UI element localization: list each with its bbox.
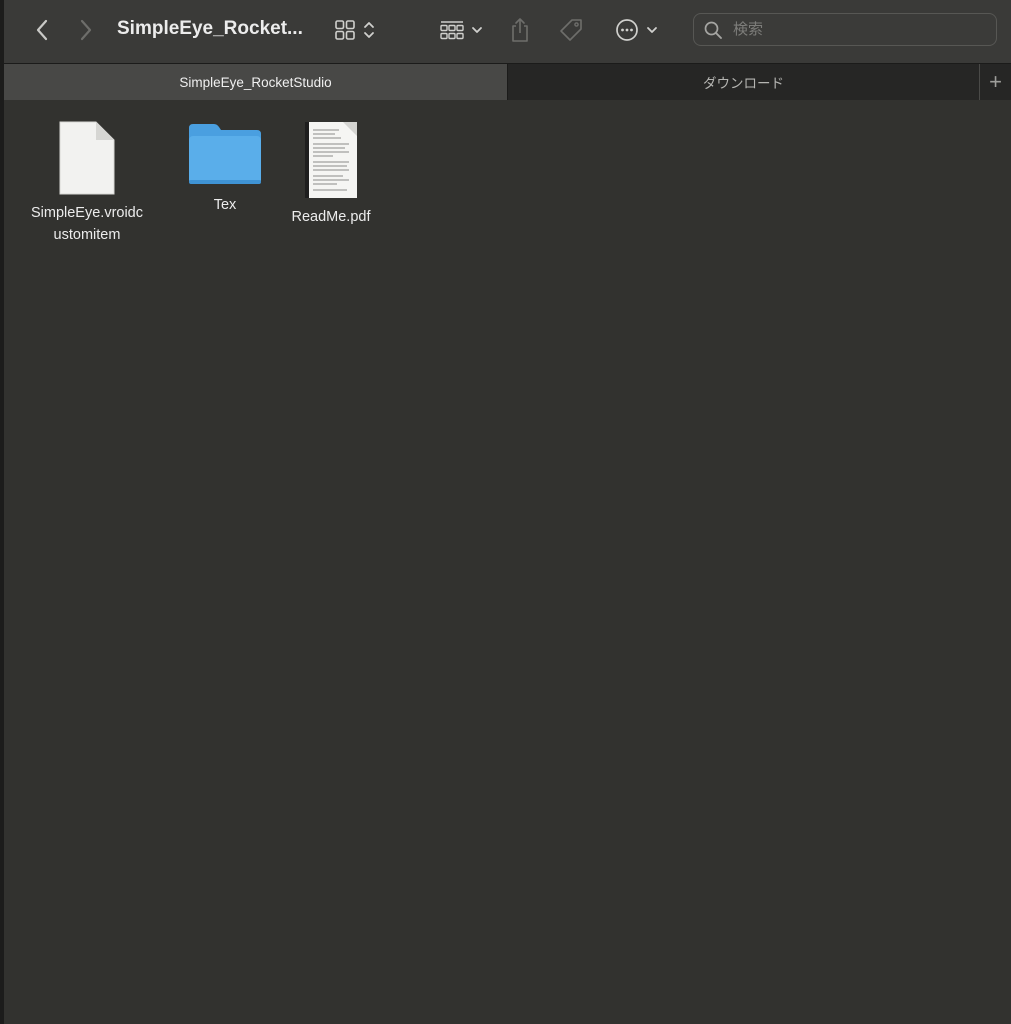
search-icon	[704, 21, 722, 39]
window-title: SimpleEye_Rocket...	[117, 18, 303, 39]
file-name: SimpleEye.vroidc ustomitem	[31, 202, 143, 246]
tab-label: ダウンロード	[703, 76, 784, 91]
file-item-simpleeye-vroidcustomitem[interactable]: SimpleEye.vroidc ustomitem	[20, 120, 154, 246]
search-input[interactable]	[731, 20, 985, 39]
tab-downloads[interactable]: ダウンロード	[508, 64, 980, 100]
file-name-line: SimpleEye.vroidc	[30, 205, 143, 221]
new-tab-button[interactable]: +	[980, 64, 1011, 100]
tag-button[interactable]	[556, 14, 586, 46]
chevron-right-icon	[80, 19, 92, 41]
tab-simpleeye-rocketstudio[interactable]: SimpleEye_RocketStudio	[4, 64, 508, 100]
share-button[interactable]	[506, 13, 534, 47]
view-mode-button[interactable]	[330, 16, 380, 44]
file-name: ReadMe.pdf	[292, 206, 371, 228]
pdf-icon	[305, 122, 357, 198]
file-browser-area[interactable]: SimpleEye.vroidc ustomitem Tex ReadMe.pd…	[4, 100, 1011, 1024]
chevron-down-icon	[472, 27, 482, 33]
document-icon	[59, 121, 115, 195]
chevron-left-icon	[36, 19, 48, 41]
chevron-updown-icon	[364, 22, 374, 38]
file-item-readme-pdf[interactable]: ReadMe.pdf	[280, 120, 382, 228]
share-icon	[512, 18, 528, 42]
file-item-tex-folder[interactable]: Tex	[166, 120, 284, 216]
file-name-line: ustomitem	[53, 227, 121, 243]
tab-label: SimpleEye_RocketStudio	[179, 74, 332, 90]
forward-button[interactable]	[74, 16, 98, 44]
file-name: Tex	[214, 194, 237, 216]
tag-icon	[560, 19, 582, 41]
plus-icon: +	[989, 69, 1002, 94]
folder-icon	[189, 124, 261, 184]
tab-bar: SimpleEye_RocketStudio ダウンロード +	[4, 63, 1011, 100]
grid-icon	[335, 20, 355, 40]
back-button[interactable]	[30, 16, 54, 44]
file-name-line: Tex	[213, 197, 237, 213]
action-button[interactable]	[610, 16, 664, 44]
file-name-line: ReadMe.pdf	[291, 209, 371, 225]
ellipsis-circle-icon	[616, 19, 638, 41]
group-grid-icon	[440, 21, 464, 40]
search-field[interactable]	[693, 13, 997, 46]
finder-window: SimpleEye_Rocket... 検索 SimpleEye_RocketS…	[0, 0, 1011, 1024]
chevron-down-icon	[647, 27, 657, 33]
group-button[interactable]	[434, 16, 488, 44]
toolbar: SimpleEye_Rocket...	[4, 0, 1011, 63]
